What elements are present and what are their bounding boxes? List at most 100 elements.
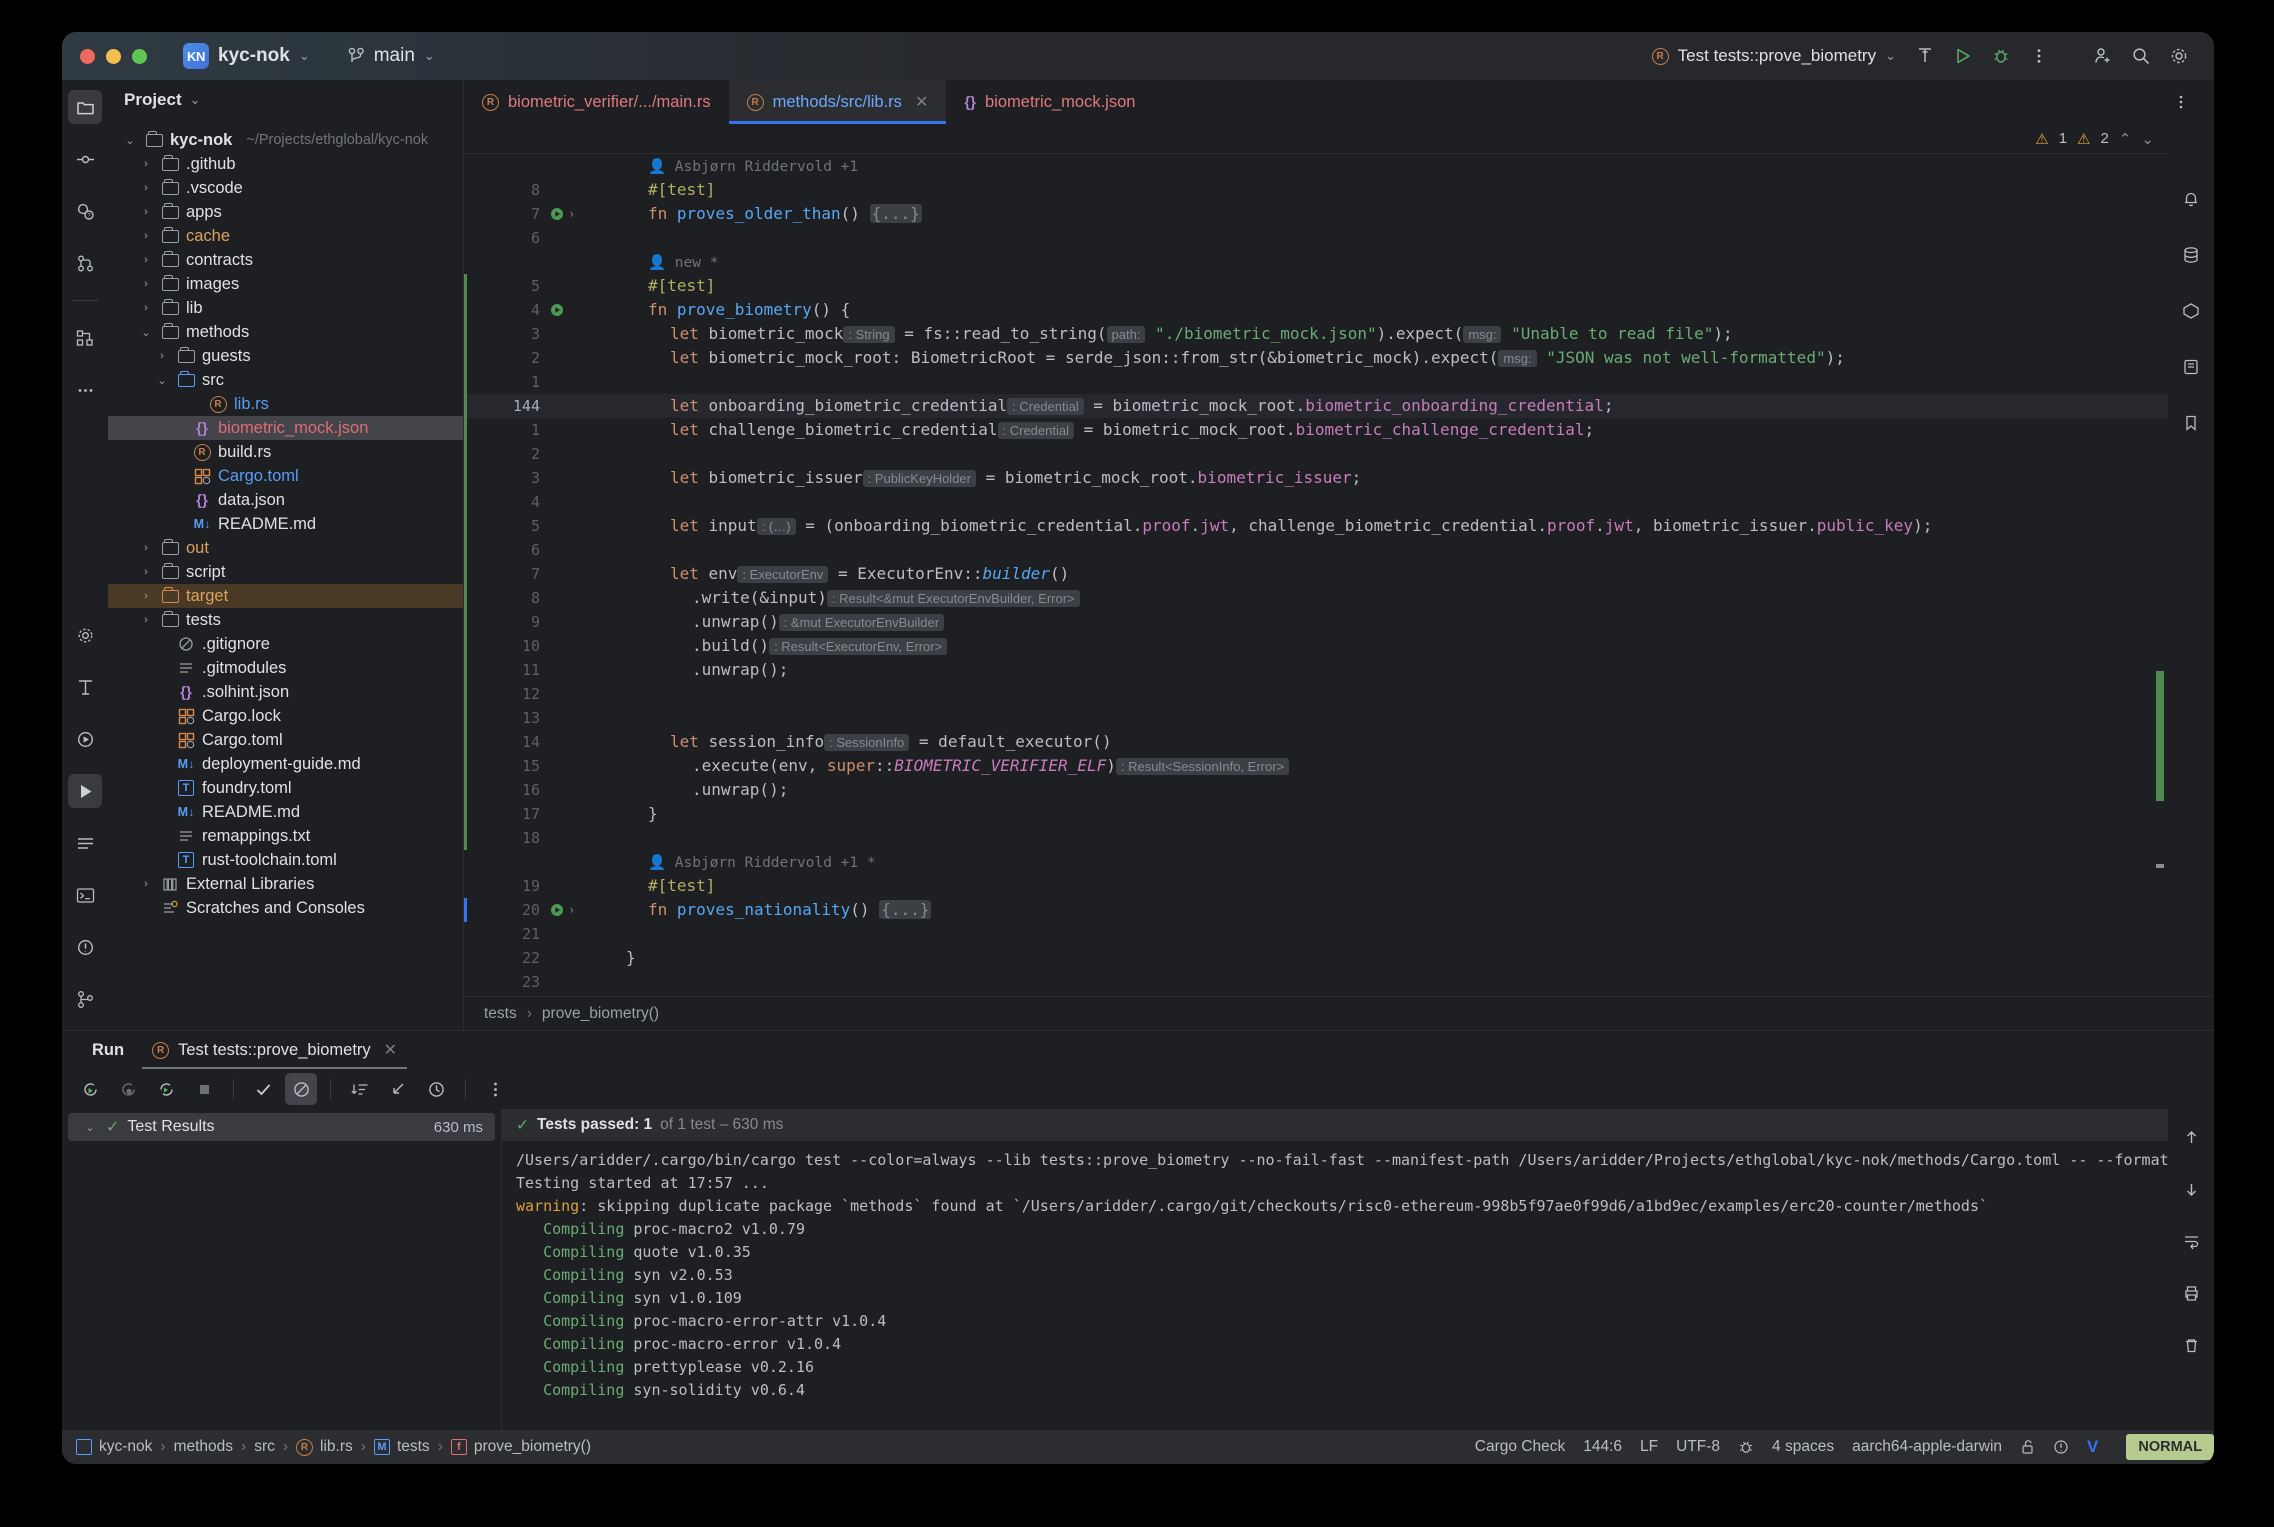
chevron-right-icon[interactable]: › — [138, 542, 154, 554]
tree-row--gitmodules[interactable]: .gitmodules — [108, 656, 463, 680]
tree-row-external-libraries[interactable]: › External Libraries — [108, 872, 463, 896]
indent-setting[interactable]: 4 spaces — [1772, 1438, 1834, 1456]
tree-row-methods[interactable]: ⌄ methods — [108, 320, 463, 344]
editor-options-button[interactable] — [2162, 83, 2200, 121]
status-breadcrumb-item-1[interactable]: methods — [174, 1438, 233, 1456]
bug-icon[interactable] — [1738, 1439, 1754, 1455]
problems-tool-button[interactable] — [68, 930, 102, 964]
status-breadcrumb-item-2[interactable]: src — [254, 1438, 275, 1456]
code-lines[interactable]: 👤 Asbjørn Riddervold +1 8 #[test] 7 › fn prov… — [464, 154, 2168, 994]
hide-ignored-button[interactable] — [285, 1073, 317, 1105]
notifications-button[interactable] — [2174, 182, 2208, 216]
code-line[interactable]: 1 — [464, 370, 2168, 394]
tree-row-cargo-toml[interactable]: Cargo.toml — [108, 464, 463, 488]
fold-arrow-icon[interactable]: › — [568, 898, 575, 922]
chevron-right-icon[interactable]: › — [138, 158, 154, 170]
scroll-up-button[interactable] — [2175, 1121, 2207, 1153]
editor-tab-0[interactable]: Rbiometric_verifier/.../main.rs — [464, 80, 729, 124]
toolchain-target[interactable]: aarch64-apple-darwin — [1852, 1438, 2002, 1456]
chevron-right-icon[interactable]: › — [138, 278, 154, 290]
code-line[interactable]: 15 .execute(env, super::BIOMETRIC_VERIFIE… — [464, 754, 2168, 778]
window-controls[interactable] — [80, 48, 147, 64]
code-line[interactable]: 19 #[test] — [464, 874, 2168, 898]
code-line[interactable]: 👤 new * — [464, 250, 2168, 274]
tree-row-lib[interactable]: › lib — [108, 296, 463, 320]
tree-row-build-rs[interactable]: Rbuild.rs — [108, 440, 463, 464]
maximize-window-button[interactable] — [132, 48, 147, 64]
tree-row-rust-toolchain-toml[interactable]: Trust-toolchain.toml — [108, 848, 463, 872]
console-output[interactable]: /Users/aridder/.cargo/bin/cargo test --c… — [502, 1141, 2168, 1430]
pull-requests-tool-button[interactable] — [68, 246, 102, 280]
sort-by-duration-button[interactable] — [344, 1073, 376, 1105]
structure-tool-button[interactable] — [68, 321, 102, 355]
code-line[interactable]: 8 #[test] — [464, 178, 2168, 202]
tree-row-foundry-toml[interactable]: Tfoundry.toml — [108, 776, 463, 800]
tree-row-root[interactable]: ⌄ kyc-nok ~/Projects/ethglobal/kyc-nok — [108, 128, 463, 152]
tree-row--solhint-json[interactable]: {} .solhint.json — [108, 680, 463, 704]
editor-tab-2[interactable]: {} biometric_mock.json — [946, 80, 1153, 124]
status-breadcrumb-item-5[interactable]: f prove_biometry() — [450, 1438, 591, 1456]
code-line[interactable]: 16 .unwrap(); — [464, 778, 2168, 802]
settings-sync-button[interactable] — [68, 618, 102, 652]
bookmarks-button[interactable] — [2174, 406, 2208, 440]
run-more-options-button[interactable] — [479, 1073, 511, 1105]
code-line[interactable]: 11 .unwrap(); — [464, 658, 2168, 682]
code-line[interactable]: 17} — [464, 802, 2168, 826]
prev-problem-button[interactable]: ⌃ — [2119, 130, 2132, 148]
add-collaborator-button[interactable] — [2084, 37, 2122, 75]
clear-console-button[interactable] — [2175, 1329, 2207, 1361]
rerun-button[interactable] — [74, 1073, 106, 1105]
print-button[interactable] — [2175, 1277, 2207, 1309]
debug-button[interactable] — [1982, 37, 2020, 75]
minimize-window-button[interactable] — [106, 48, 121, 64]
tree-row-out[interactable]: › out — [108, 536, 463, 560]
chevron-right-icon[interactable]: › — [138, 206, 154, 218]
rerun-failed-button[interactable] — [112, 1073, 144, 1105]
tree-row-cargo-toml[interactable]: Cargo.toml — [108, 728, 463, 752]
tree-row--vscode[interactable]: › .vscode — [108, 176, 463, 200]
ai-assistant-tool-button[interactable]: ? — [68, 194, 102, 228]
chevron-down-icon[interactable]: ⌄ — [82, 1121, 98, 1134]
code-line[interactable]: 6 — [464, 538, 2168, 562]
code-line[interactable]: 5 #[test] — [464, 274, 2168, 298]
tree-row-remappings-txt[interactable]: remappings.txt — [108, 824, 463, 848]
chevron-down-icon[interactable]: ⌄ — [154, 374, 170, 387]
code-line[interactable]: 18 — [464, 826, 2168, 850]
expand-collapse-button[interactable] — [382, 1073, 414, 1105]
search-everywhere-button[interactable] — [2122, 37, 2160, 75]
run-configuration-selector[interactable]: R Test tests::prove_biometry ⌄ — [1642, 41, 1906, 71]
run-test-gutter-icon[interactable] — [550, 903, 565, 918]
tree-row-tests[interactable]: › tests — [108, 608, 463, 632]
show-passed-button[interactable] — [247, 1073, 279, 1105]
tree-row-src[interactable]: ⌄ src — [108, 368, 463, 392]
test-results-root-row[interactable]: ⌄ ✓ Test Results 630 ms — [68, 1113, 495, 1141]
chevron-right-icon[interactable]: › — [138, 614, 154, 626]
chevron-down-icon[interactable]: ⌄ — [138, 326, 154, 339]
code-line[interactable]: 6 — [464, 226, 2168, 250]
terminal-tool-button[interactable] — [68, 878, 102, 912]
todo-tool-button[interactable] — [68, 826, 102, 860]
tree-row--gitignore[interactable]: .gitignore — [108, 632, 463, 656]
code-line[interactable]: 10 .build(): Result<ExecutorEnv, Error> — [464, 634, 2168, 658]
code-line[interactable]: 144 let onboarding_biometric_credential: … — [464, 394, 2168, 418]
unlock-icon[interactable] — [2020, 1439, 2035, 1455]
close-icon[interactable]: ✕ — [915, 92, 928, 112]
code-editor[interactable]: ⚠ 1 ⚠ 2 ⌃ ⌄ 👤 Asbjørn Riddervold +1 8 #[te… — [464, 124, 2168, 996]
run-tool-button-small[interactable] — [68, 722, 102, 756]
tree-row-data-json[interactable]: {} data.json — [108, 488, 463, 512]
chevron-right-icon[interactable]: › — [138, 230, 154, 242]
code-line[interactable]: 4 — [464, 490, 2168, 514]
test-console[interactable]: ✓ Tests passed: 1 of 1 test – 630 ms /Us… — [502, 1109, 2168, 1430]
version-control-tool-button[interactable] — [68, 982, 102, 1016]
tree-row--github[interactable]: › .github — [108, 152, 463, 176]
code-line[interactable]: 9 .unwrap(): &mut ExecutorEnvBuilder — [464, 610, 2168, 634]
chevron-right-icon[interactable]: › — [138, 302, 154, 314]
tree-row-target[interactable]: › target — [108, 584, 463, 608]
more-actions-button[interactable] — [2020, 37, 2058, 75]
branch-selector[interactable]: main ⌄ — [348, 45, 435, 67]
tree-row-cargo-lock[interactable]: Cargo.lock — [108, 704, 463, 728]
run-tool-window-button[interactable] — [68, 774, 102, 808]
code-line[interactable]: 23 — [464, 970, 2168, 994]
vim-plugin-icon[interactable]: V — [2087, 1437, 2098, 1457]
code-line[interactable]: 3 let biometric_mock: String = fs::read_t… — [464, 322, 2168, 346]
